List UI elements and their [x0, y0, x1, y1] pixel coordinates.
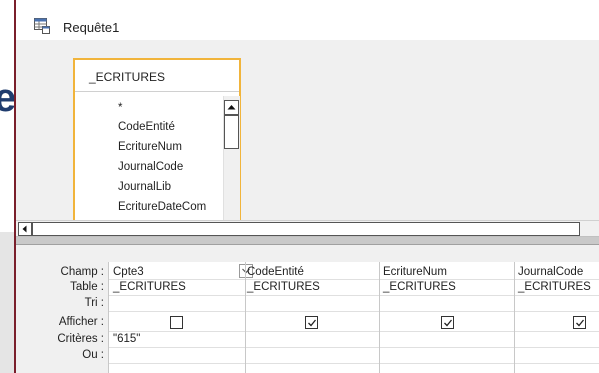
field-item[interactable]: JournalCode	[118, 161, 183, 173]
row-label-table: Table :	[70, 281, 104, 293]
show-checkbox[interactable]	[170, 316, 183, 329]
table-cell[interactable]: _ECRITURES	[518, 281, 591, 293]
scroll-thumb[interactable]	[224, 115, 239, 149]
table-pane[interactable]: _ECRITURES * CodeEntité EcritureNum Jour…	[16, 40, 599, 220]
table-name: _ECRITURES	[89, 70, 166, 84]
checkmark-icon	[308, 319, 317, 327]
row-label-or: Ou :	[82, 349, 104, 361]
arrow-up-icon	[227, 105, 236, 110]
document-title: Requête1	[63, 20, 120, 35]
document-tab[interactable]: Requête1	[16, 0, 599, 40]
scroll-left-button[interactable]	[18, 222, 32, 236]
pane-splitter[interactable]	[16, 237, 599, 245]
row-label-sort: Tri :	[84, 297, 104, 309]
field-list-scrollbar[interactable]	[223, 96, 240, 220]
scroll-thumb[interactable]	[32, 222, 580, 236]
table-field-list[interactable]: _ECRITURES * CodeEntité EcritureNum Jour…	[73, 58, 241, 220]
table-header-divider	[75, 91, 239, 92]
table-cell[interactable]: _ECRITURES	[113, 281, 186, 293]
field-item[interactable]: JournalLib	[118, 181, 171, 193]
row-label-field: Champ :	[60, 266, 104, 278]
field-cell[interactable]: CodeEntité	[247, 266, 304, 278]
show-checkbox[interactable]	[573, 316, 586, 329]
field-item[interactable]: EcritureNum	[118, 141, 182, 153]
checkmark-icon	[576, 319, 585, 327]
field-cell[interactable]: JournalCode	[518, 266, 583, 278]
field-list: * CodeEntité EcritureNum JournalCode Jou…	[75, 94, 223, 220]
table-cell[interactable]: _ECRITURES	[247, 281, 320, 293]
field-item[interactable]: EcritureDateCom	[118, 201, 206, 213]
arrow-left-icon	[22, 225, 27, 233]
table-cell[interactable]: _ECRITURES	[383, 281, 456, 293]
grid-column[interactable]	[514, 262, 599, 373]
slide-edge: e	[0, 0, 16, 373]
show-checkbox[interactable]	[441, 316, 454, 329]
field-item[interactable]: *	[118, 102, 122, 114]
query-design-icon	[34, 18, 50, 34]
criteria-cell[interactable]: "615"	[113, 333, 140, 345]
design-grid: Champ : Table : Tri : Afficher : Critère…	[16, 245, 599, 373]
table-pane-scrollbar[interactable]	[16, 220, 599, 237]
slide-grey-band	[0, 232, 14, 373]
field-cell[interactable]: Cpte3	[113, 266, 144, 278]
checkmark-icon	[444, 319, 453, 327]
scroll-up-button[interactable]	[224, 100, 239, 115]
field-cell[interactable]: EcritureNum	[383, 266, 447, 278]
field-item[interactable]: CodeEntité	[118, 121, 175, 133]
show-checkbox[interactable]	[305, 316, 318, 329]
query-design-window: Requête1 _ECRITURES * CodeEntité Ecritur…	[16, 0, 599, 373]
row-label-criteria: Critères :	[57, 333, 104, 345]
row-label-show: Afficher :	[58, 316, 104, 328]
